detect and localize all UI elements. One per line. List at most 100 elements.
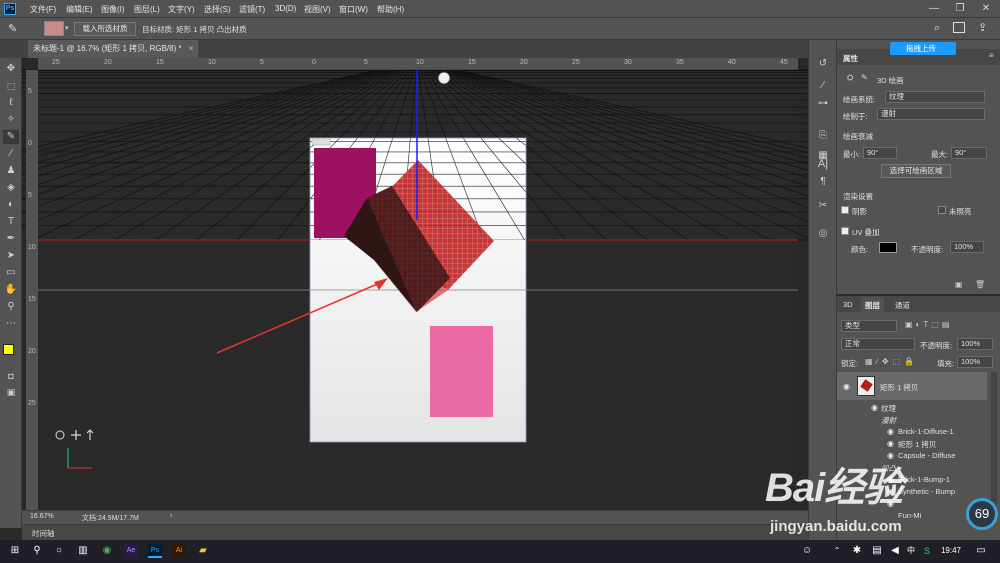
lasso-tool-icon[interactable]: ℓ bbox=[3, 96, 19, 110]
libraries-icon[interactable]: ◎ bbox=[815, 228, 831, 242]
chevron-down-icon[interactable]: ▾ bbox=[65, 24, 69, 32]
hand-tool-icon[interactable]: ✋ bbox=[3, 283, 19, 297]
notification-icon[interactable]: ▭ bbox=[974, 544, 988, 558]
task-view-icon[interactable]: ▥ bbox=[76, 544, 90, 558]
texture-brick-bump[interactable]: Brick-1-Bump-1 bbox=[898, 475, 950, 484]
filter-icons[interactable]: ▣◐T⬚▤ bbox=[905, 320, 952, 329]
tab-channels[interactable]: 通道 bbox=[895, 300, 910, 311]
close-tab-icon[interactable]: × bbox=[189, 44, 194, 53]
minimize-button[interactable]: — bbox=[922, 1, 946, 17]
eraser-tool-icon[interactable]: ◈ bbox=[3, 181, 19, 195]
adjustments-icon[interactable]: ⊶ bbox=[815, 98, 831, 112]
tray-icon[interactable]: ✱ bbox=[850, 544, 864, 558]
canvas-area[interactable] bbox=[22, 58, 808, 510]
ime-lang[interactable]: 中 bbox=[904, 544, 918, 558]
menu-select[interactable]: 选择(S) bbox=[204, 4, 231, 15]
path-select-tool-icon[interactable]: ➤ bbox=[3, 249, 19, 263]
layers-scrollbar[interactable] bbox=[991, 372, 997, 512]
document-tab[interactable]: 未标题-1 @ 16.7% (矩形 1 拷贝, RGB/8) * × bbox=[28, 40, 198, 58]
rect-copy-eye-icon[interactable]: ◉ bbox=[887, 439, 894, 448]
restore-button[interactable]: ❐ bbox=[948, 1, 972, 17]
paint-system-select[interactable]: 纹理 bbox=[885, 91, 985, 103]
layer-opacity-input[interactable]: 100% bbox=[957, 338, 993, 350]
brush-settings-icon[interactable]: ∕ bbox=[815, 80, 831, 94]
eyedropper-tool-icon[interactable]: ✎ bbox=[3, 130, 19, 144]
trash-icon[interactable]: 🗑 bbox=[975, 280, 985, 289]
tray-arrow-icon[interactable]: ⌃ bbox=[830, 544, 844, 558]
chrome-icon[interactable]: ◉ bbox=[100, 544, 114, 558]
clock[interactable]: 19:47 bbox=[938, 544, 964, 558]
texture-capsule-diffuse[interactable]: Capsule - Diffuse bbox=[898, 451, 955, 460]
texture-rect-copy[interactable]: 矩形 1 拷贝 bbox=[898, 439, 936, 450]
menu-edit[interactable]: 编辑(E) bbox=[66, 4, 93, 15]
marquee-tool-icon[interactable]: ⬚ bbox=[3, 79, 19, 93]
network-icon[interactable]: ▤ bbox=[870, 544, 884, 558]
volume-icon[interactable]: ◀ bbox=[888, 544, 902, 558]
panel-menu-icon[interactable]: ≡ bbox=[989, 51, 994, 60]
pen-tool-icon[interactable]: ✒ bbox=[3, 232, 19, 246]
photoshop-taskbar-icon[interactable]: Ps bbox=[148, 544, 162, 558]
menu-layer[interactable]: 图层(L) bbox=[134, 4, 160, 15]
foreground-color-swatch[interactable] bbox=[3, 344, 14, 355]
brush-tool-icon[interactable]: ∕ bbox=[3, 147, 19, 161]
cloud-upload-button[interactable]: 拖拽上传 bbox=[890, 42, 956, 55]
history-icon[interactable]: ↺ bbox=[815, 58, 831, 72]
magic-wand-tool-icon[interactable]: ✧ bbox=[3, 113, 19, 127]
tools-preset-icon[interactable]: ✂ bbox=[815, 200, 831, 214]
paragraph-icon[interactable]: ¶ bbox=[815, 176, 831, 190]
type-tool-icon[interactable]: T bbox=[3, 215, 19, 229]
zoom-level[interactable]: 16.67% bbox=[30, 513, 54, 520]
menu-type[interactable]: 文字(Y) bbox=[168, 4, 195, 15]
rectangle-tool-icon[interactable]: ▭ bbox=[3, 266, 19, 280]
render-icon[interactable]: ▣ bbox=[955, 280, 963, 289]
texture-synthetic-bump[interactable]: Synthetic - Bump bbox=[898, 487, 955, 496]
shadow-checkbox[interactable] bbox=[841, 206, 849, 214]
overlay-opacity-input[interactable]: 100% bbox=[950, 241, 984, 253]
3d-viewport[interactable] bbox=[22, 58, 808, 510]
clone-source-icon[interactable]: ⎘ bbox=[815, 130, 831, 144]
tab-layers[interactable]: 图层 bbox=[861, 297, 884, 314]
illustrator-icon[interactable]: Ai bbox=[172, 544, 186, 558]
after-effects-icon[interactable]: Ae bbox=[124, 544, 138, 558]
paint-brush-icon[interactable]: ✎ bbox=[861, 73, 868, 82]
timeline-tab[interactable]: 时间轴 bbox=[32, 528, 55, 539]
close-button[interactable]: ✕ bbox=[974, 1, 998, 17]
menu-file[interactable]: 文件(F) bbox=[30, 4, 56, 15]
menu-3d[interactable]: 3D(D) bbox=[275, 4, 296, 13]
zoom-tool-icon[interactable]: ⚲ bbox=[3, 300, 19, 314]
layer-visibility-eye-icon[interactable]: ◉ bbox=[843, 382, 850, 391]
ime-icon[interactable]: S bbox=[920, 544, 934, 558]
uv-overlay-checkbox[interactable] bbox=[841, 227, 849, 235]
select-paintable-area-button[interactable]: 选择可绘画区域 bbox=[881, 164, 951, 178]
menu-view[interactable]: 视图(V) bbox=[304, 4, 331, 15]
windows-start-icon[interactable]: ⊞ bbox=[8, 544, 22, 558]
file-explorer-icon[interactable]: ▰ bbox=[196, 544, 210, 558]
character-icon[interactable]: A| bbox=[815, 158, 831, 172]
performance-gauge[interactable]: 69 bbox=[966, 498, 998, 530]
material-preset-swatch[interactable] bbox=[44, 21, 64, 36]
tab-3d[interactable]: 3D bbox=[843, 300, 853, 309]
more-tools-icon[interactable]: ⋯ bbox=[3, 317, 19, 331]
menu-help[interactable]: 帮助(H) bbox=[377, 4, 404, 15]
overlay-color-swatch[interactable] bbox=[879, 242, 897, 253]
cortana-icon[interactable]: ○ bbox=[52, 544, 66, 558]
unlit-checkbox[interactable] bbox=[938, 206, 946, 214]
texture-eye-icon[interactable]: ◉ bbox=[871, 403, 878, 412]
texture-brick-diffuse[interactable]: Brick-1-Diffuse-1 bbox=[898, 427, 954, 436]
stamp-tool-icon[interactable]: ♟ bbox=[3, 164, 19, 178]
workspace-icon[interactable] bbox=[953, 22, 965, 33]
paint-bucket-tool-icon[interactable]: ◐ bbox=[3, 198, 19, 212]
brick-diffuse-eye-icon[interactable]: ◉ bbox=[887, 427, 894, 436]
layer-name[interactable]: 矩形 1 拷贝 bbox=[880, 382, 918, 393]
blend-mode-select[interactable]: 正常 bbox=[841, 338, 915, 350]
menu-filter[interactable]: 滤镜(T) bbox=[239, 4, 265, 15]
status-more-arrow[interactable]: › bbox=[170, 512, 172, 519]
menu-window[interactable]: 窗口(W) bbox=[339, 4, 368, 15]
menu-image[interactable]: 图像(I) bbox=[101, 4, 125, 15]
share-icon[interactable]: ⇪ bbox=[978, 21, 987, 34]
quick-mask-icon[interactable]: ◘ bbox=[3, 369, 19, 383]
fill-input[interactable]: 100% bbox=[957, 356, 993, 368]
people-icon[interactable]: ☺ bbox=[800, 544, 814, 558]
falloff-max-input[interactable]: 90° bbox=[951, 147, 987, 159]
lock-icons[interactable]: ▦∕✥⬚🔒 bbox=[865, 357, 918, 366]
